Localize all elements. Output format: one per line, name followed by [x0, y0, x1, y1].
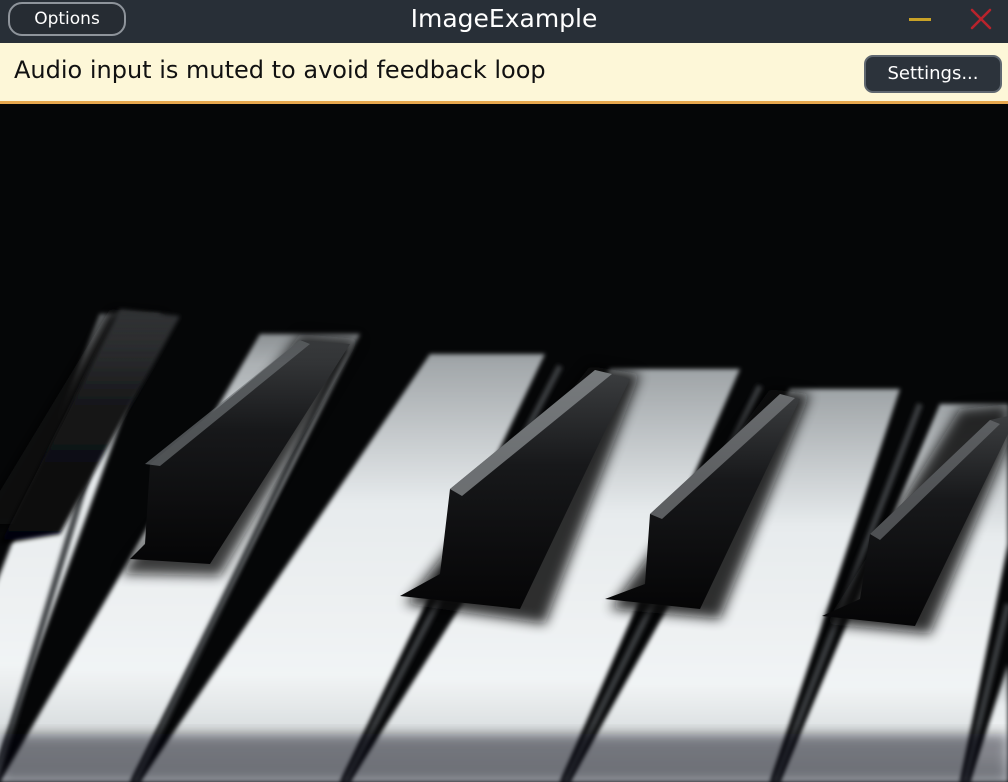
settings-button[interactable]: Settings... — [864, 55, 1002, 93]
window-title: ImageExample — [410, 4, 598, 33]
close-button[interactable] — [964, 3, 998, 35]
notice-message: Audio input is muted to avoid feedback l… — [14, 56, 546, 84]
app-window: Options ImageExample Audio input is mute… — [0, 0, 1008, 782]
audio-muted-notice: Audio input is muted to avoid feedback l… — [0, 43, 1008, 104]
title-bar: Options ImageExample — [0, 0, 1008, 43]
close-icon — [970, 8, 992, 30]
piano-keys-image — [0, 104, 1008, 782]
minimize-button[interactable] — [904, 4, 936, 34]
minimize-icon — [909, 18, 931, 21]
piano-photo — [0, 104, 1008, 782]
options-button[interactable]: Options — [8, 2, 126, 36]
